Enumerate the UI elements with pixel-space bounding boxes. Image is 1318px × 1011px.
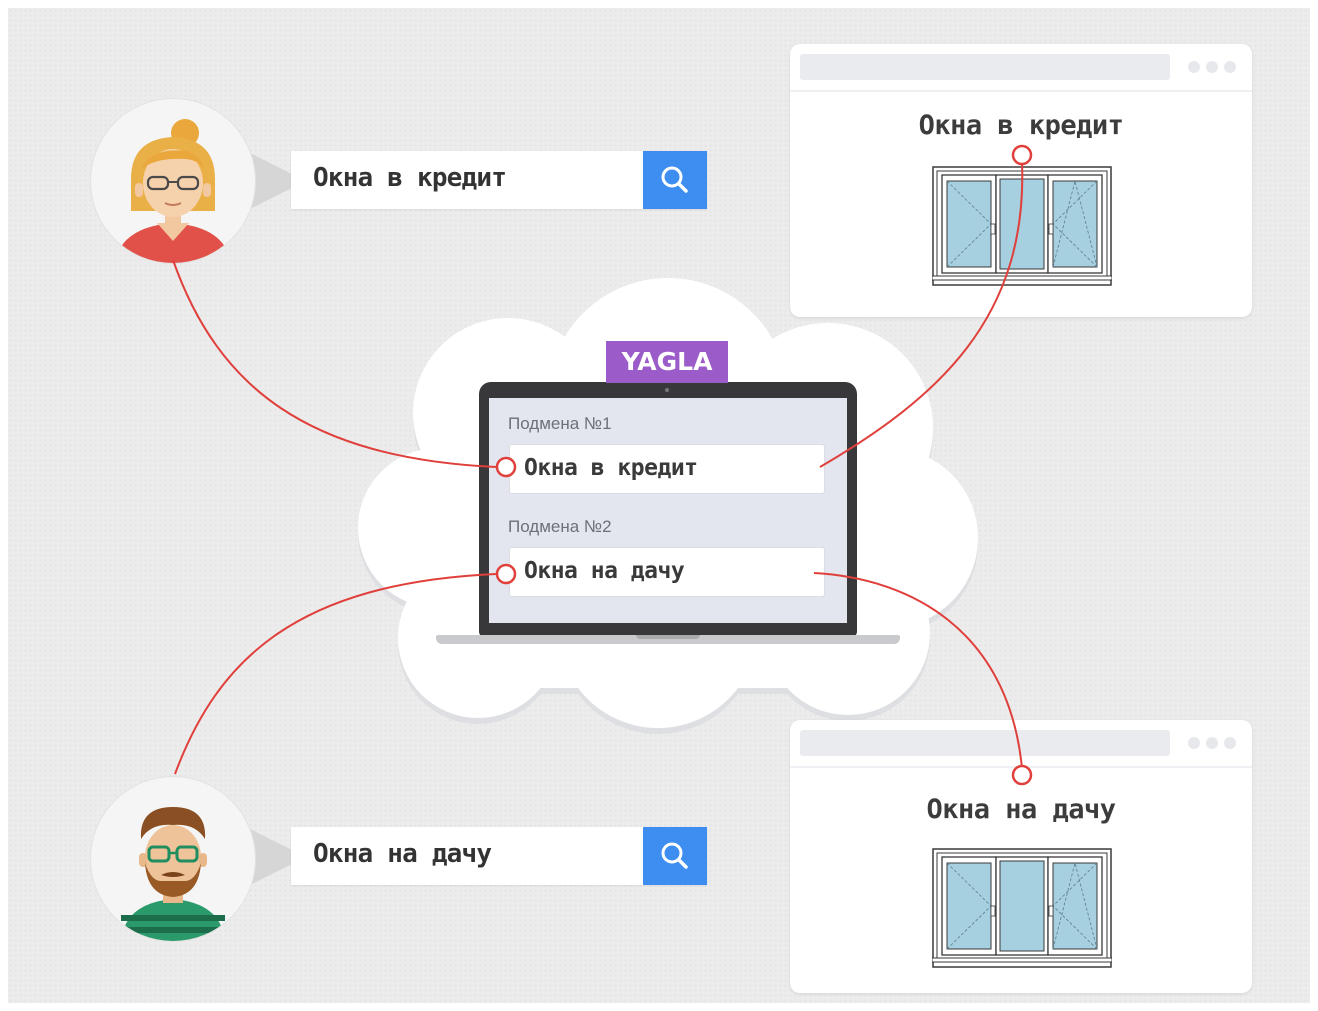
landing-page-card-credit: Окна в кредит: [790, 44, 1252, 317]
search-button[interactable]: [643, 827, 707, 885]
woman-avatar-icon: [115, 119, 231, 263]
window-frame-icon: [932, 166, 1112, 286]
window-dot: [1206, 737, 1218, 749]
user-avatar-man: [90, 776, 256, 942]
brand-badge: YAGLA: [606, 341, 728, 383]
search-query: Окна на дачу: [313, 839, 492, 869]
substitution-field-1[interactable]: Окна в кредит: [509, 444, 825, 494]
substitution-label-1: Подмена №1: [508, 414, 612, 433]
window-frame-icon: [932, 848, 1112, 968]
landing-page-card-dacha: Окна на дачу: [790, 720, 1252, 993]
search-query: Окна в кредит: [313, 163, 507, 193]
search-icon: [661, 166, 688, 193]
laptop-camera: [665, 388, 669, 392]
address-bar: [800, 730, 1170, 756]
window-dot: [1224, 737, 1236, 749]
page-title: Окна на дачу: [926, 794, 1116, 825]
laptop: [436, 380, 900, 650]
substitution-field-2[interactable]: Окна на дачу: [509, 547, 825, 597]
substitution-label-2: Подмена №2: [508, 517, 612, 536]
bearded-man-avatar-icon: [119, 807, 227, 941]
substitution-value-1: Окна в кредит: [524, 455, 698, 481]
substitution-value-2: Окна на дачу: [524, 558, 685, 584]
toolbar-divider: [790, 766, 1252, 768]
user-avatar-woman: [90, 98, 256, 264]
search-bar-dacha[interactable]: Окна на дачу: [291, 827, 707, 885]
address-bar: [800, 54, 1170, 80]
search-icon: [661, 842, 688, 869]
search-bar-credit[interactable]: Окна в кредит: [291, 151, 707, 209]
laptop-notch: [636, 635, 700, 639]
window-dot: [1188, 61, 1200, 73]
page-title: Окна в кредит: [918, 110, 1124, 141]
toolbar-divider: [790, 90, 1252, 92]
brand-label: YAGLA: [621, 347, 713, 376]
diagram-canvas: YAGLA Подмена №1 Окна в кредит Подмена №…: [8, 8, 1310, 1003]
window-dot: [1224, 61, 1236, 73]
window-dot: [1206, 61, 1218, 73]
window-dot: [1188, 737, 1200, 749]
search-button[interactable]: [643, 151, 707, 209]
